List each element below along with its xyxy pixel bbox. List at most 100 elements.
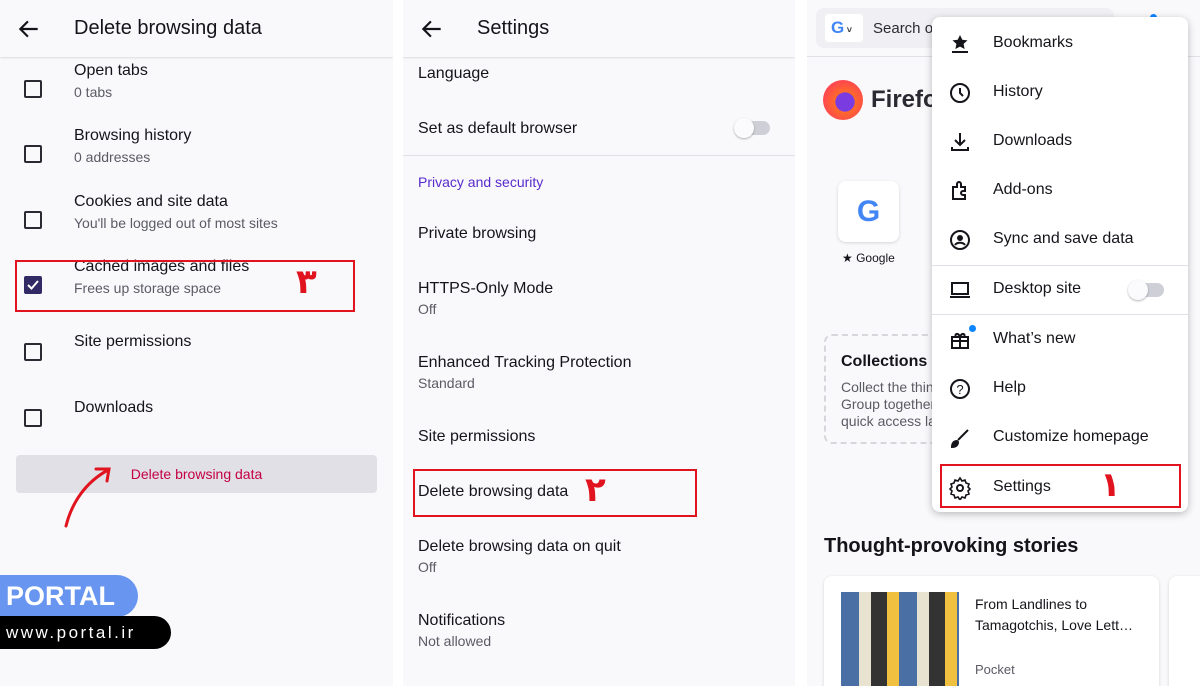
annotation-arrow: [64, 467, 111, 528]
checkbox-row[interactable]: Cookies and site data You'll be logged o…: [0, 193, 393, 257]
menu-item-puzzle[interactable]: Add-ons: [932, 166, 1188, 215]
checkbox-label: Cookies and site data: [74, 193, 228, 210]
settings-item[interactable]: Private browsing: [403, 225, 795, 269]
bookmark-star-icon: [952, 35, 968, 53]
menu-item-brush[interactable]: Customize homepage: [932, 413, 1188, 462]
watermark-logo: PORTAL: [0, 575, 138, 617]
settings-item-value: Off: [418, 559, 437, 575]
annotation-number: ۳: [296, 262, 317, 302]
menu-item-label: What’s new: [993, 330, 1076, 347]
story-headline: From Landlines to Tamagotchis, Love Lett…: [975, 596, 1133, 633]
collections-text: Collect the thin: [841, 379, 934, 395]
checkbox-row[interactable]: Browsing history 0 addresses: [0, 127, 393, 191]
settings-item[interactable]: Delete browsing data on quit Off: [403, 538, 795, 582]
settings-item-label: Delete browsing data on quit: [418, 538, 621, 555]
help-icon: ?: [950, 379, 970, 399]
annotation-number: ۲: [585, 470, 606, 510]
settings-item-label: Enhanced Tracking Protection: [418, 354, 632, 371]
whats-new-dot: [969, 325, 976, 332]
checkbox[interactable]: [24, 343, 42, 361]
settings-default-browser[interactable]: Set as default browser: [418, 120, 577, 138]
svg-text:?: ?: [956, 382, 963, 397]
menu-item-label: Add-ons: [993, 181, 1053, 198]
checkbox[interactable]: [24, 145, 42, 163]
checkbox-row[interactable]: Downloads: [0, 399, 393, 463]
google-engine-icon[interactable]: G ˅: [825, 14, 863, 42]
divider: [932, 265, 1188, 266]
settings-item[interactable]: Enhanced Tracking Protection Standard: [403, 354, 795, 398]
default-browser-toggle[interactable]: [734, 118, 770, 138]
menu-item-label: Sync and save data: [993, 230, 1134, 247]
menu-item-bookmark-star[interactable]: Bookmarks: [932, 19, 1188, 68]
checkbox-row[interactable]: Site permissions: [0, 333, 393, 397]
story-thumbnail: [841, 592, 959, 686]
checkbox-label: Downloads: [74, 399, 154, 416]
menu-item-gift[interactable]: What’s new: [932, 315, 1188, 364]
settings-item[interactable]: Site permissions: [403, 428, 795, 472]
shortcut-google[interactable]: G: [838, 181, 899, 242]
settings-item-value: Standard: [418, 375, 475, 391]
collections-text: Group together: [841, 396, 936, 412]
delete-browsing-data-screen: Delete browsing data Open tabs 0 tabs Br…: [0, 0, 393, 686]
app-bar: Settings: [403, 0, 795, 57]
annotation-highlight: [940, 464, 1181, 508]
clock-icon: [950, 83, 970, 103]
menu-item-clock[interactable]: History: [932, 68, 1188, 117]
firefox-wordmark: Firefo: [871, 86, 938, 113]
back-arrow-icon[interactable]: [419, 16, 445, 42]
checkbox-sublabel: 0 addresses: [74, 149, 151, 165]
menu-item-label: History: [993, 83, 1043, 100]
checkbox-sublabel: 0 tabs: [74, 84, 113, 100]
story-card[interactable]: From Landlines to Tamagotchis, Love Lett…: [824, 576, 1159, 686]
checkbox-label: Open tabs: [74, 62, 148, 79]
settings-item-label: Site permissions: [418, 428, 536, 445]
checkbox[interactable]: [24, 80, 42, 98]
annotation-highlight: [413, 469, 697, 517]
puzzle-icon: [952, 181, 966, 200]
watermark-url: www.portal.ir: [0, 616, 171, 649]
settings-item[interactable]: Notifications Not allowed: [403, 612, 795, 656]
annotation-number: ۱: [1100, 465, 1121, 505]
settings-item-label: HTTPS-Only Mode: [418, 280, 554, 297]
account-icon: [950, 230, 970, 250]
menu-item-download[interactable]: Downloads: [932, 117, 1188, 166]
page-title: Delete browsing data: [74, 17, 262, 39]
download-icon: [951, 133, 969, 151]
checkbox-sublabel: You'll be logged out of most sites: [74, 215, 278, 231]
main-menu: Bookmarks History Downloads Add-ons Sync…: [932, 17, 1188, 512]
stories-title: Thought-provoking stories: [824, 535, 1079, 557]
collections-title: Collections: [841, 353, 928, 370]
checkbox-row[interactable]: Open tabs 0 tabs: [0, 62, 393, 126]
checkbox-label: Site permissions: [74, 333, 192, 350]
menu-item-label: Help: [993, 379, 1026, 396]
settings-item-value: Not allowed: [418, 633, 492, 649]
menu-item-label: Desktop site: [993, 280, 1082, 297]
menu-item-label: Customize homepage: [993, 428, 1149, 445]
divider: [403, 155, 795, 156]
settings-screen: Language Set as default browser Privacy …: [403, 0, 795, 686]
settings-item-label: Private browsing: [418, 225, 537, 242]
back-arrow-icon[interactable]: [16, 16, 42, 42]
menu-item-account[interactable]: Sync and save data: [932, 215, 1188, 264]
section-header: Privacy and security: [418, 174, 544, 190]
divider: [932, 314, 1188, 315]
settings-item-label: Notifications: [418, 612, 506, 629]
brush-icon: [950, 429, 969, 449]
checkbox-label: Browsing history: [74, 127, 192, 144]
desktop-site-toggle[interactable]: [1128, 280, 1164, 300]
settings-item-value: Off: [418, 301, 437, 317]
settings-item[interactable]: HTTPS-Only Mode Off: [403, 280, 795, 324]
story-source: Pocket: [975, 662, 1015, 677]
story-card[interactable]: [1169, 576, 1200, 686]
app-bar: Delete browsing data: [0, 0, 393, 57]
firefox-logo: [823, 80, 863, 120]
search-input[interactable]: Search o: [873, 20, 933, 37]
laptop-icon: [950, 282, 970, 298]
menu-item-help[interactable]: ? Help: [932, 364, 1188, 413]
menu-item-label: Bookmarks: [993, 34, 1074, 51]
page-title: Settings: [477, 17, 550, 39]
checkbox[interactable]: [24, 409, 42, 427]
checkbox[interactable]: [24, 211, 42, 229]
settings-language[interactable]: Language: [418, 65, 489, 83]
collections-text: quick access la: [841, 413, 936, 429]
